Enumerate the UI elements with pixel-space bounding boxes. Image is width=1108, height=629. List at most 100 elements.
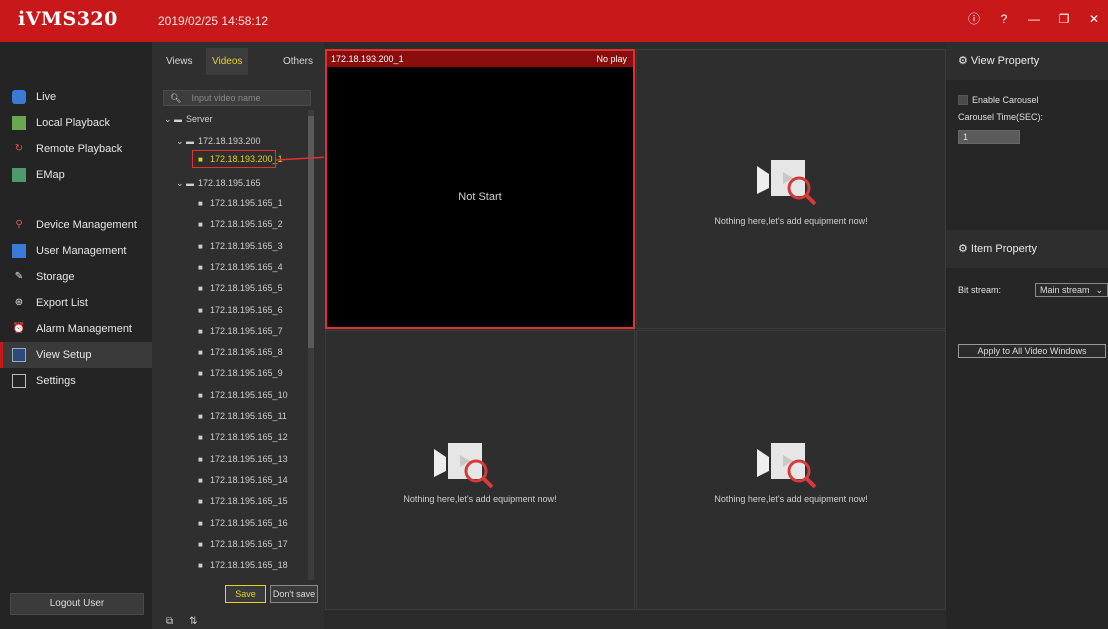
save-button[interactable]: Save — [225, 585, 266, 603]
app-logo: iVMS320 — [18, 8, 118, 30]
bit-stream-select[interactable]: Main stream ⌄ — [1035, 283, 1108, 297]
tree-channel[interactable]: ■ 172.18.195.165_8 — [198, 343, 283, 361]
tree-channel[interactable]: ■ 172.18.195.165_7 — [198, 322, 283, 340]
tree-channel[interactable]: ■ 172.18.195.165_6 — [198, 301, 283, 319]
nav-item-settings[interactable]: Settings — [0, 368, 152, 394]
tree-channel[interactable]: ■ 172.18.195.165_11 — [198, 407, 287, 425]
restore-icon[interactable]: ❐ — [1056, 10, 1072, 28]
tree-label: 172.18.195.165_2 — [210, 219, 283, 230]
tree-channel[interactable]: ■ 172.18.195.165_15 — [198, 492, 288, 510]
tree-label: 172.18.195.165_18 — [210, 560, 288, 571]
tree-channel[interactable]: ■ 172.18.195.165_12 — [198, 428, 288, 446]
tree-label: 172.18.195.165 — [198, 178, 261, 188]
tree-server[interactable]: ⌄ ▬ Server — [164, 110, 213, 128]
nav-item-live[interactable]: Live — [0, 84, 152, 110]
apply-to-all-button[interactable]: Apply to All Video Windows — [958, 344, 1106, 358]
tree-label: 172.18.195.165_12 — [210, 432, 288, 443]
camera-icon: ■ — [198, 369, 203, 379]
tab-views[interactable]: Views — [166, 56, 193, 67]
nav-item-user-management[interactable]: User Management — [0, 238, 152, 264]
minimize-icon[interactable]: — — [1026, 10, 1042, 28]
info-icon[interactable]: ⓘ — [966, 10, 982, 28]
tree-channel[interactable]: ■ 172.18.195.165_16 — [198, 514, 288, 532]
tab-others[interactable]: Others — [283, 56, 313, 67]
camera-icon: ■ — [198, 262, 203, 272]
nav-label: Export List — [36, 297, 88, 309]
carousel-time-label: Carousel Time(SEC): — [958, 112, 1044, 122]
copy-icon[interactable]: ⧉ — [166, 616, 173, 627]
nav-label: View Setup — [36, 349, 92, 361]
tree-channel[interactable]: ■ 172.18.195.165_9 — [198, 364, 283, 382]
bit-stream-label: Bit stream: — [958, 285, 1002, 295]
tab-videos[interactable]: Videos — [206, 48, 249, 75]
chevron-down-icon: ⌄ — [176, 136, 184, 146]
camera-search-icon — [757, 160, 817, 206]
nav-item-local-playback[interactable]: Local Playback — [0, 110, 152, 136]
video-window-1[interactable]: 172.18.193.200_1 No play Not Start — [325, 49, 635, 329]
nav-item-storage[interactable]: ✎ Storage — [0, 264, 152, 290]
tree-channel[interactable]: ■ 172.18.195.165_17 — [198, 535, 288, 553]
enable-carousel-checkbox[interactable] — [958, 95, 968, 105]
video-window-3[interactable]: Nothing here,let's add equipment now! — [325, 330, 635, 610]
tree-label: 172.18.195.165_5 — [210, 283, 283, 294]
camera-icon: ■ — [198, 199, 203, 208]
tree-channel[interactable]: ■ 172.18.195.165_13 — [198, 450, 288, 468]
search-icon: 🔍︎ — [170, 92, 182, 103]
tree-channel[interactable]: ■ 172.18.195.165_14 — [198, 471, 288, 489]
camera-icon: ■ — [198, 390, 203, 400]
tree-channel[interactable]: ■ 172.18.195.165_2 — [198, 215, 283, 233]
user-management-icon — [12, 244, 26, 258]
carousel-time-input[interactable]: 1 — [958, 130, 1020, 144]
nav-item-device-management[interactable]: ⚲ Device Management — [0, 212, 152, 238]
video-window-2[interactable]: Nothing here,let's add equipment now! — [636, 49, 946, 329]
device-icon: ▬ — [186, 179, 194, 188]
tree-label: 172.18.195.165_7 — [210, 325, 283, 336]
tree-label: 172.18.195.165_17 — [210, 538, 288, 549]
chevron-down-icon: ⌄ — [176, 178, 184, 188]
nav-label: User Management — [36, 245, 127, 257]
camera-icon: ■ — [198, 454, 203, 464]
empty-message: Nothing here,let's add equipment now! — [403, 494, 557, 504]
tree-channel[interactable]: ■ 172.18.195.165_10 — [198, 386, 288, 404]
nav-item-alarm-management[interactable]: ⏰ Alarm Management — [0, 316, 152, 342]
dont-save-button[interactable]: Don't save — [270, 585, 318, 603]
settings-icon — [12, 374, 26, 388]
nav-label: EMap — [36, 169, 65, 181]
search-input[interactable] — [189, 92, 310, 104]
camera-icon: ■ — [198, 348, 203, 358]
enable-carousel-label: Enable Carousel — [972, 95, 1039, 105]
nav-label: Alarm Management — [36, 323, 132, 335]
tree-channel[interactable]: ■ 172.18.195.165_5 — [198, 279, 283, 297]
camera-icon: ■ — [198, 412, 203, 421]
nav-item-remote-playback[interactable]: ↻ Remote Playback — [0, 136, 152, 162]
nav-item-view-setup[interactable]: View Setup — [0, 342, 152, 368]
tree-channel[interactable]: ■ 172.18.195.165_18 — [198, 556, 288, 574]
sort-icon[interactable]: ⇅ — [189, 616, 197, 627]
tree-device[interactable]: ⌄ ▬ 172.18.193.200 — [176, 132, 261, 150]
nav-label: Local Playback — [36, 117, 110, 129]
device-icon: ▬ — [186, 137, 194, 146]
video-tree-panel: Views Videos Others 🔍︎ ⌄▬Server ⌄▬172.18… — [152, 42, 324, 629]
tree-channel[interactable]: ■ 172.18.195.165_1 — [198, 194, 283, 212]
tree-label: Server — [186, 114, 213, 124]
local-playback-icon — [12, 116, 26, 130]
video-window-header: 172.18.193.200_1 No play — [327, 51, 633, 67]
tree-label: 172.18.195.165_8 — [210, 347, 283, 358]
tree-scrollbar[interactable] — [308, 110, 314, 580]
logout-button[interactable]: Logout User — [10, 593, 144, 615]
tree-channel[interactable]: ■ 172.18.195.165_4 — [198, 258, 283, 276]
video-window-4[interactable]: Nothing here,let's add equipment now! — [636, 330, 946, 610]
nav-label: Device Management — [36, 219, 137, 231]
camera-icon: ■ — [198, 497, 203, 507]
tree-channel[interactable]: ■ 172.18.195.165_3 — [198, 237, 283, 255]
camera-search-icon — [757, 443, 817, 489]
not-start-label: Not Start — [458, 191, 502, 203]
close-icon[interactable]: ✕ — [1086, 10, 1102, 28]
device-management-icon: ⚲ — [15, 219, 23, 230]
nav-item-emap[interactable]: EMap — [0, 162, 152, 188]
help-icon[interactable]: ? — [996, 10, 1012, 28]
nav-item-export-list[interactable]: ⊛ Export List — [0, 290, 152, 316]
emap-icon — [12, 168, 26, 182]
scroll-thumb[interactable] — [308, 116, 314, 348]
tree-device[interactable]: ⌄ ▬ 172.18.195.165 — [176, 174, 261, 192]
